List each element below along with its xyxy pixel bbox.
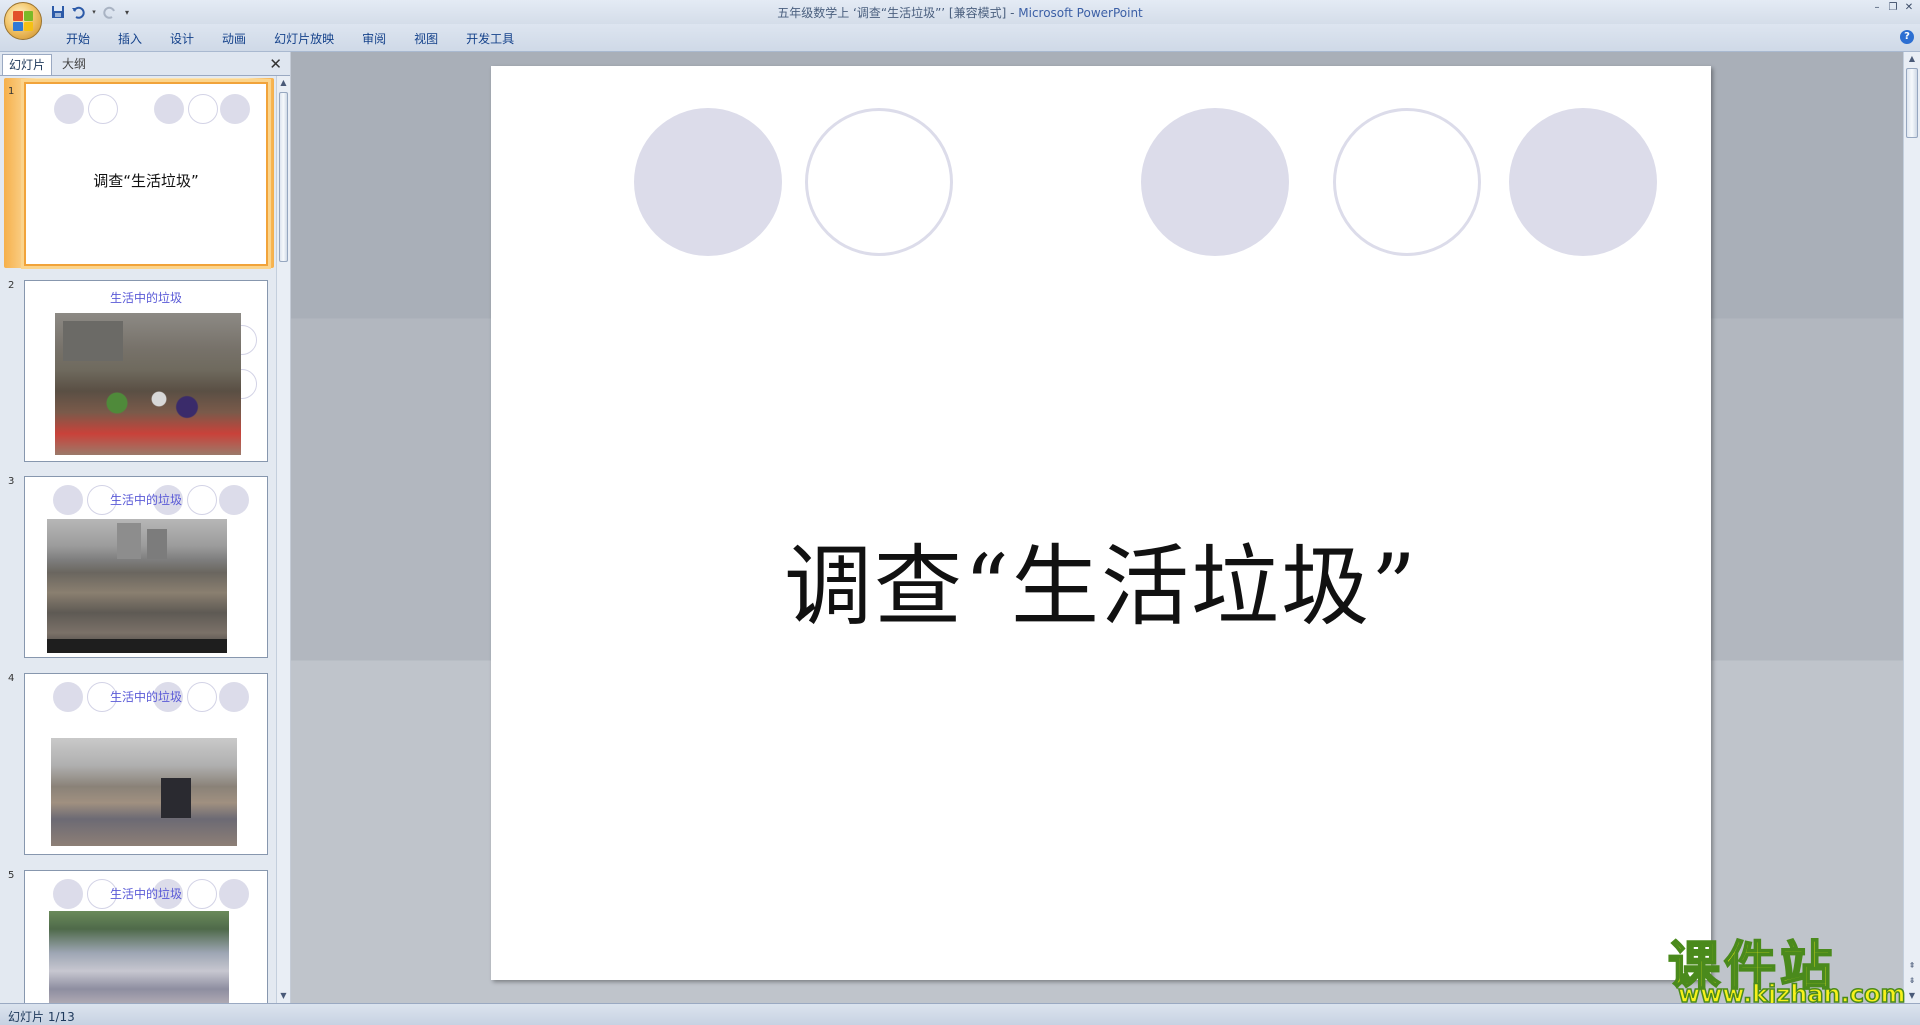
current-slide[interactable]: 调查“生活垃圾” bbox=[491, 66, 1711, 980]
decor-circle bbox=[88, 94, 118, 124]
garbage-photo bbox=[55, 313, 241, 455]
scroll-down-icon[interactable]: ▼ bbox=[277, 989, 290, 1003]
slide-thumbnail-5[interactable]: 5 生活中的垃圾 bbox=[0, 870, 276, 1003]
scroll-down-icon[interactable]: ▼ bbox=[1904, 989, 1920, 1003]
decor-circle bbox=[1509, 108, 1657, 256]
tab-slides[interactable]: 幻灯片 bbox=[2, 54, 53, 75]
photo-people bbox=[161, 778, 191, 818]
watermark-logo: 课件站 www.kjzhan.com bbox=[1667, 924, 1906, 1009]
minimize-button[interactable]: – bbox=[1870, 2, 1884, 14]
decor-circle bbox=[220, 94, 250, 124]
tab-outline[interactable]: 大纲 bbox=[56, 54, 92, 75]
thumbnail-list: 1 调查“生活垃圾” 2 生活中的垃圾 3 生活中的垃圾 4 生活中的垃圾 5 … bbox=[0, 76, 276, 1003]
slide-counter: 幻灯片 1/13 bbox=[8, 1010, 75, 1024]
previous-slide-icon[interactable]: ⇞ bbox=[1904, 959, 1920, 973]
scroll-up-icon[interactable]: ▲ bbox=[1904, 52, 1920, 66]
photo-building bbox=[147, 529, 167, 559]
office-logo-icon bbox=[13, 11, 33, 31]
photo-trash bbox=[75, 383, 215, 423]
slide-number: 3 bbox=[8, 476, 15, 487]
restore-button[interactable]: ❐ bbox=[1886, 2, 1900, 14]
tab-design[interactable]: 设计 bbox=[156, 29, 208, 49]
tab-review[interactable]: 审阅 bbox=[348, 29, 400, 49]
office-button[interactable] bbox=[4, 2, 42, 40]
slide-preview: 生活中的垃圾 bbox=[24, 280, 268, 462]
decor-circle bbox=[805, 108, 953, 256]
ribbon: 开始 插入 设计 动画 幻灯片放映 审阅 视图 开发工具 ? bbox=[0, 24, 1920, 52]
tab-home[interactable]: 开始 bbox=[52, 29, 104, 49]
thumb-title: 生活中的垃圾 bbox=[109, 690, 182, 704]
scroll-up-icon[interactable]: ▲ bbox=[277, 76, 290, 90]
decor-circle bbox=[54, 94, 84, 124]
help-icon[interactable]: ? bbox=[1900, 30, 1914, 44]
thumbnail-scrollbar[interactable]: ▲ ▼ bbox=[276, 76, 290, 1003]
slide-thumbnail-1[interactable]: 1 调查“生活垃圾” bbox=[0, 78, 276, 272]
photo-wall bbox=[63, 321, 123, 361]
app-name: Microsoft PowerPoint bbox=[1018, 6, 1143, 20]
document-title: 五年级数学上 ‘调查“生活垃圾”’ [兼容模式] - bbox=[777, 6, 1019, 20]
close-button[interactable]: ✕ bbox=[1902, 2, 1916, 14]
slide-thumbnail-3[interactable]: 3 生活中的垃圾 bbox=[0, 476, 276, 666]
slides-panel: 幻灯片 大纲 ✕ 1 调查“生活垃圾” 2 生活中的垃圾 3 生活中的垃圾 4 … bbox=[0, 52, 290, 1003]
photo-caption-strip bbox=[47, 639, 227, 653]
main-scrollbar[interactable]: ▲ ⇞ ⇟ ▼ bbox=[1903, 52, 1920, 1003]
landfill-photo bbox=[47, 519, 227, 653]
river-garbage-photo bbox=[49, 911, 229, 1003]
slide-editing-area: 调查“生活垃圾” bbox=[291, 52, 1903, 1003]
slide-preview: 生活中的垃圾 bbox=[24, 870, 268, 1003]
close-panel-icon[interactable]: ✕ bbox=[269, 55, 282, 73]
tab-animations[interactable]: 动画 bbox=[208, 29, 260, 49]
thumb-title: 生活中的垃圾 bbox=[109, 291, 182, 305]
window-controls: – ❐ ✕ bbox=[1870, 2, 1916, 14]
slide-number: 4 bbox=[8, 673, 15, 684]
street-garbage-photo bbox=[51, 738, 237, 846]
scroll-thumb[interactable] bbox=[1906, 68, 1918, 138]
slide-preview: 生活中的垃圾 bbox=[24, 476, 268, 658]
next-slide-icon[interactable]: ⇟ bbox=[1904, 974, 1920, 988]
tab-slide-show[interactable]: 幻灯片放映 bbox=[260, 29, 348, 49]
slide-number: 5 bbox=[8, 870, 15, 881]
title-bar: ▾ ▾ 五年级数学上 ‘调查“生活垃圾”’ [兼容模式] - Microsoft… bbox=[0, 0, 1920, 24]
slide-title[interactable]: 调查“生活垃圾” bbox=[491, 516, 1711, 643]
slide-preview: 生活中的垃圾 bbox=[24, 673, 268, 855]
slide-preview: 调查“生活垃圾” bbox=[24, 82, 268, 266]
status-bar: 幻灯片 1/13 bbox=[0, 1003, 1920, 1025]
thumb-title: 生活中的垃圾 bbox=[109, 887, 182, 901]
window-title: 五年级数学上 ‘调查“生活垃圾”’ [兼容模式] - Microsoft Pow… bbox=[0, 4, 1920, 21]
ribbon-tabs: 开始 插入 设计 动画 幻灯片放映 审阅 视图 开发工具 bbox=[52, 29, 528, 49]
decor-circle bbox=[1141, 108, 1289, 256]
panel-tabs: 幻灯片 大纲 ✕ bbox=[0, 52, 290, 76]
decor-circle bbox=[154, 94, 184, 124]
scroll-thumb[interactable] bbox=[279, 92, 288, 262]
slide-number: 1 bbox=[8, 86, 15, 97]
decor-circle bbox=[188, 94, 218, 124]
thumb-title: 生活中的垃圾 bbox=[109, 493, 182, 507]
decor-circle bbox=[1333, 108, 1481, 256]
slide-number: 2 bbox=[8, 280, 15, 291]
tab-insert[interactable]: 插入 bbox=[104, 29, 156, 49]
thumb-title: 调查“生活垃圾” bbox=[93, 172, 199, 190]
decor-circle bbox=[634, 108, 782, 256]
slide-thumbnail-4[interactable]: 4 生活中的垃圾 bbox=[0, 673, 276, 863]
slide-thumbnail-2[interactable]: 2 生活中的垃圾 bbox=[0, 280, 276, 470]
photo-building bbox=[117, 523, 141, 559]
tab-view[interactable]: 视图 bbox=[400, 29, 452, 49]
tab-developer[interactable]: 开发工具 bbox=[452, 29, 528, 49]
